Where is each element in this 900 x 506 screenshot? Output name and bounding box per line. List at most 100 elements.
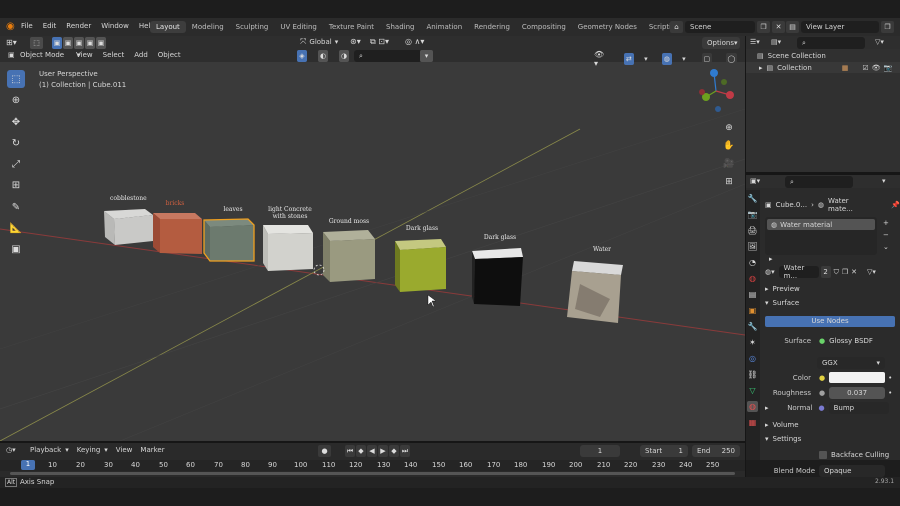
visibility-eye-icon[interactable]: 👁 [872,64,881,72]
keyframe-dot-icon[interactable]: • [888,374,892,382]
scene-tab-icon[interactable]: ◔ [747,257,758,268]
constraints-tab-icon[interactable]: ⛓ [747,369,758,380]
properties-editor-icon[interactable]: ▣▾ [750,177,760,185]
color-swatch[interactable] [829,372,886,383]
unlink-material-icon[interactable]: ✕ [851,268,857,276]
render-tab-icon[interactable]: 📷 [747,209,758,220]
toggle-overlays-icon[interactable]: ◍ [661,53,673,65]
timeline-scrollbar[interactable] [10,472,735,475]
data-tab-icon[interactable]: ▽ [747,385,758,396]
current-frame-marker[interactable]: 1 [21,460,35,470]
select-intersect-icon[interactable]: ▣ [96,37,106,49]
pivot-icon[interactable]: ⊛▾ [350,37,361,46]
backface-culling-row[interactable]: Backface Culling [819,451,889,459]
visibility-icon[interactable]: 👁▾ [594,50,608,68]
scene-collection-row[interactable]: ▤ Scene Collection [757,52,826,60]
material-name-field[interactable]: Water m... [778,264,819,280]
search-dropdown-icon[interactable]: ▾ [420,50,433,62]
surface-shader-value[interactable]: Glossy BSDF [829,337,873,345]
tab-layout[interactable]: Layout [150,21,186,33]
menu-edit[interactable]: Edit [38,22,62,30]
viewport-search-input[interactable]: ⌕ [354,50,422,62]
preview-panel-header[interactable]: ▸ Preview [765,285,800,293]
keyframe-dot-icon[interactable]: • [888,389,892,397]
cube-dark-glass-green[interactable] [395,239,446,292]
new-view-layer-icon[interactable]: ❐ [881,21,894,33]
checkbox-icon[interactable] [819,451,827,459]
new-scene-icon[interactable]: ❐ [757,21,770,33]
object-tab-icon[interactable]: ▣ [747,305,758,316]
display-mode-icon[interactable]: ▤▾ [771,38,781,46]
collection-row[interactable]: ▸ ▤ Collection ▦ ☑ 👁 📷 [745,62,900,73]
scene-icon[interactable]: ⌂ [670,21,683,33]
start-frame-field[interactable]: Start 1 [640,445,688,457]
outliner-search-input[interactable]: ⌕ [797,37,865,49]
menu-object[interactable]: Object [158,51,181,59]
proportional-edit-icon[interactable]: ◎ ∧▾ [405,37,424,46]
volume-panel-header[interactable]: ▸ Volume [765,421,799,429]
material-slot-list[interactable]: ◍ Water material [765,217,877,255]
tab-sculpting[interactable]: Sculpting [230,21,275,33]
list-expand-icon[interactable]: ▸ [769,255,773,263]
transform-orientation[interactable]: ⤧ Global ▾ [300,37,338,47]
gizmo-dropdown-icon[interactable]: ▾ [644,55,648,63]
menu-playback[interactable]: Playback [30,446,61,454]
delete-scene-icon[interactable]: ✕ [772,21,785,33]
next-keyframe-icon[interactable]: ◆ [389,445,399,457]
select-invert-icon[interactable]: ▣ [85,37,95,49]
current-frame-field[interactable]: 1 [580,445,620,457]
properties-search-input[interactable]: ⌕ [785,176,853,188]
expand-icon[interactable]: ▸ [765,404,769,412]
particles-tab-icon[interactable]: ✶ [747,337,758,348]
world-tab-icon[interactable]: ◍ [747,273,758,284]
menu-render[interactable]: Render [61,22,96,30]
tab-shading[interactable]: Shading [380,21,420,33]
tab-geometry-nodes[interactable]: Geometry Nodes [572,21,643,33]
material-tab-icon[interactable]: ◍ [747,401,758,412]
toggle-gizmo-icon[interactable]: ⇄ [623,53,635,65]
distribution-dropdown[interactable]: GGX ▾ [817,357,885,369]
tab-animation[interactable]: Animation [420,21,468,33]
xray-icon[interactable]: ◑ [339,50,349,62]
end-frame-field[interactable]: End 250 [692,445,740,457]
jump-start-icon[interactable]: ⏮ [345,445,355,457]
timeline-editor-icon[interactable]: ◷▾ [6,446,16,454]
roughness-slider[interactable]: 0.037 [829,387,886,399]
tab-modeling[interactable]: Modeling [186,21,230,33]
select-subtract-icon[interactable]: ▣ [74,37,84,49]
menu-window[interactable]: Window [96,22,134,30]
view-layer-icon[interactable]: ▤ [786,21,799,33]
3d-viewport[interactable]: ⬚ ⊕ ✥ ↻ ⤢ ⊞ ✎ 📐 ▣ User Perspective (1) C… [0,49,745,441]
cube-leaves[interactable] [203,218,255,262]
tab-rendering[interactable]: Rendering [468,21,516,33]
pin-icon[interactable]: 📌 [891,201,900,209]
play-icon[interactable]: ▶ [378,445,388,457]
overlay-dropdown-icon[interactable]: ▾ [682,55,686,63]
cube-cobblestone[interactable] [104,209,153,245]
collection-tab-icon[interactable]: ▤ [747,289,758,300]
add-slot-icon[interactable]: + [883,217,889,229]
render-camera-icon[interactable]: 📷 [884,64,893,72]
view-layer-tab-icon[interactable]: 🖼 [747,241,758,252]
cube-water[interactable] [567,261,623,323]
cube-bricks[interactable] [153,213,202,254]
tool-tab-icon[interactable]: 🔧 [747,193,758,204]
play-reverse-icon[interactable]: ◀ [367,445,377,457]
cube-light-concrete[interactable] [263,225,313,271]
blender-logo-icon[interactable]: ◉ [6,21,15,32]
wireframe-shading-icon[interactable]: ◯ [726,53,737,65]
scene-field[interactable]: Scene [685,21,755,33]
browse-material-icon[interactable]: ◍▾ [765,268,775,276]
select-set-icon[interactable]: ▣ [52,37,62,49]
remove-slot-icon[interactable]: − [883,229,889,241]
cube-dark-glass-black[interactable] [472,248,523,306]
menu-view[interactable]: View [116,446,133,454]
blend-mode-dropdown[interactable]: Opaque [819,465,885,477]
select-extend-icon[interactable]: ▣ [63,37,73,49]
cube-ground-moss[interactable] [323,230,375,282]
record-icon[interactable]: ● [318,445,331,457]
pin-options-icon[interactable]: ▾ [882,177,886,185]
menu-view[interactable]: View [76,51,93,59]
xray-toggle-icon[interactable]: ▢ [701,53,713,65]
menu-marker[interactable]: Marker [140,446,164,454]
